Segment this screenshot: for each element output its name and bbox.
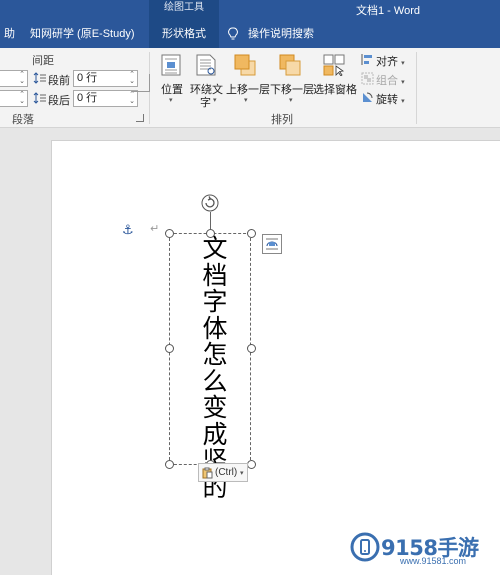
chevron-down-icon: ▾ — [213, 97, 217, 104]
window-title: 文档1 - Word — [356, 5, 420, 17]
paste-options-label: (Ctrl) — [215, 467, 238, 478]
wrap-text-button-line2: 字 — [200, 97, 211, 109]
spacing-after-icon — [33, 92, 46, 104]
spacing-before-label: 段前 — [48, 75, 70, 87]
text-box-content[interactable]: 文档字体怎么变成竖的 — [200, 235, 230, 501]
tab-shape-format[interactable]: 形状格式 — [149, 20, 219, 48]
chevron-down-icon: ▾ — [289, 97, 293, 104]
rotation-handle-icon[interactable] — [201, 194, 219, 212]
layout-options-button[interactable] — [262, 234, 282, 254]
margin-corner-mark — [132, 74, 150, 92]
document-page[interactable] — [51, 140, 500, 575]
align-button[interactable]: 对齐 ▾ — [376, 53, 405, 69]
align-icon — [361, 54, 372, 65]
rotation-stem — [210, 212, 211, 229]
tab-help[interactable]: 助 — [0, 20, 15, 48]
ribbon: 间距 ⌃ ⌄ ⌃ ⌄ 段前 0 行 ⌃ ⌄ 段后 0 行 ⌃ ⌄ 段落 位置 ▾ 环绕文 字… — [0, 48, 500, 128]
watermark-logo-icon — [350, 532, 380, 562]
rotate-label: 旋转 — [376, 94, 398, 106]
selection-pane-button[interactable]: 选择窗格 — [313, 81, 357, 97]
wrap-text-icon — [196, 54, 216, 76]
resize-handle-top[interactable] — [206, 229, 215, 238]
spacing-after-value: 0 行 — [77, 92, 98, 104]
lightbulb-icon — [228, 27, 238, 40]
watermark-url: www.91581.com — [400, 556, 467, 566]
clipboard-icon — [202, 467, 213, 479]
paragraph-dialog-launcher-icon[interactable] — [136, 114, 144, 122]
spacing-before-input[interactable]: 0 行 ⌃ ⌄ — [73, 70, 138, 87]
group-icon — [361, 72, 374, 85]
indent-left-spinner[interactable]: ⌃ ⌄ — [0, 70, 28, 87]
spacing-after-label: 段后 — [48, 95, 70, 107]
spacing-before-value: 0 行 — [77, 72, 98, 84]
drawing-tools-context-label: 绘图工具 — [149, 0, 219, 20]
paragraph-mark: ↵ — [150, 223, 160, 235]
resize-handle-top-right[interactable] — [247, 229, 256, 238]
resize-handle-right[interactable] — [247, 344, 256, 353]
resize-handle-left[interactable] — [165, 344, 174, 353]
rotate-button[interactable]: 旋转 ▾ — [376, 91, 405, 107]
position-icon — [161, 54, 181, 76]
anchor-icon: ⚓ — [122, 222, 134, 237]
resize-handle-bottom-left[interactable] — [165, 460, 174, 469]
spacing-after-input[interactable]: 0 行 ⌃ ⌄ — [73, 90, 138, 107]
group-button: 组合 ▾ — [376, 75, 405, 87]
bring-forward-icon — [234, 54, 256, 76]
paste-options-button[interactable]: (Ctrl) ▾ — [198, 463, 248, 482]
group-label: 组合 — [376, 75, 398, 87]
bring-forward-button[interactable]: 上移一层 — [226, 81, 270, 97]
tab-cnki[interactable]: 知网研学 (原E-Study) — [30, 20, 135, 48]
ribbon-tab-row: 助 知网研学 (原E-Study) 形状格式 操作说明搜索 — [0, 20, 500, 48]
position-button[interactable]: 位置 — [161, 81, 183, 97]
spacing-header: 间距 — [32, 55, 54, 67]
layout-options-icon — [266, 238, 278, 250]
selection-pane-icon — [323, 54, 345, 76]
send-backward-icon — [279, 54, 301, 76]
indent-right-spinner[interactable]: ⌃ ⌄ — [0, 90, 28, 107]
resize-handle-top-left[interactable] — [165, 229, 174, 238]
paragraph-group-title: 段落 — [12, 114, 34, 126]
align-label: 对齐 — [376, 56, 398, 68]
tell-me-search[interactable]: 操作说明搜索 — [248, 20, 314, 48]
spacing-before-icon — [33, 72, 46, 84]
arrange-group-title: 排列 — [271, 114, 293, 126]
resize-handle-bottom-right[interactable] — [247, 460, 256, 469]
chevron-down-icon: ▾ — [244, 97, 248, 104]
rotate-icon — [363, 92, 373, 102]
chevron-down-icon: ▾ — [169, 97, 173, 104]
group-separator — [416, 52, 417, 124]
title-bar: 绘图工具 文档1 - Word — [0, 0, 500, 20]
send-backward-button[interactable]: 下移一层 — [270, 81, 314, 97]
